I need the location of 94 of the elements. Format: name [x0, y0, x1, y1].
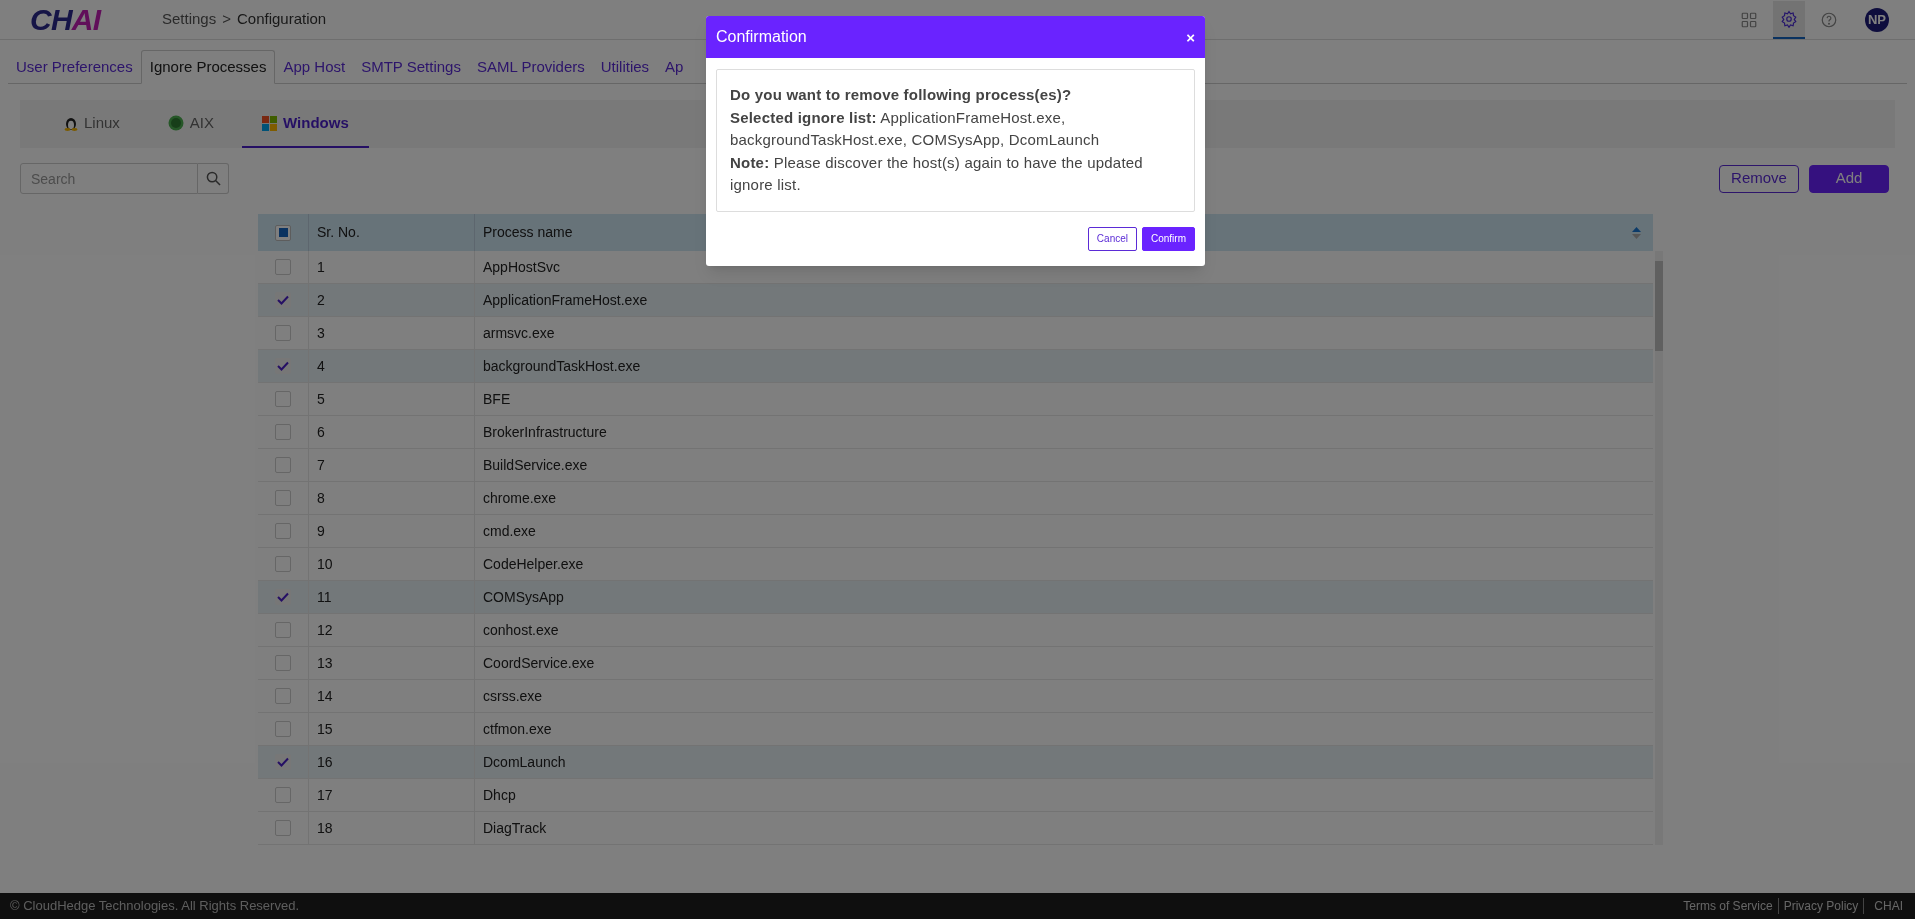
table-cell-text: csrss.exe: [483, 686, 543, 706]
round-badge-icon: [167, 115, 184, 131]
settings-tab[interactable]: Ap: [657, 50, 692, 84]
scrollbar[interactable]: [1655, 251, 1663, 845]
table-cell-text: chrome.exe: [483, 488, 557, 508]
table-cell-text: cmd.exe: [483, 521, 536, 541]
settings-tab[interactable]: SMTP Settings: [353, 50, 469, 84]
table-cell-text: conhost.exe: [483, 620, 559, 640]
row-checkbox[interactable]: [275, 325, 291, 341]
row-checkbox[interactable]: [275, 358, 291, 374]
table-cell-text: 18: [317, 818, 333, 838]
row-checkbox[interactable]: [275, 556, 291, 572]
table-cell-text: CodeHelper.exe: [483, 554, 584, 574]
table-cell-text: 13: [317, 653, 333, 673]
breadcrumb-current: Configuration: [236, 9, 327, 30]
grid-icon[interactable]: [1740, 10, 1758, 29]
table-cell-text: 15: [317, 719, 333, 739]
table-cell-text: 4: [317, 356, 325, 376]
copyright-text: © CloudHedge Technologies. All Rights Reserved.: [10, 897, 299, 916]
table-cell-text: 11: [317, 587, 332, 607]
dialog-text: Selected ignore list: ApplicationFrameHost.exe, backgroundTaskHost.exe, COMSysApp, DcomLaunch: [730, 107, 1101, 150]
table-cell-text: CoordService.exe: [483, 653, 595, 673]
breadcrumb-separator: >: [222, 9, 231, 30]
table-cell-text: 1: [317, 257, 325, 277]
table-cell-text: Dhcp: [483, 785, 516, 805]
column-header: Process name: [483, 223, 573, 242]
settings-tab[interactable]: SAML Providers: [468, 50, 593, 84]
search-icon: [205, 171, 221, 186]
row-checkbox[interactable]: [275, 259, 291, 275]
table-cell-text: 5: [317, 389, 325, 409]
table-cell-text: BFE: [483, 389, 511, 409]
os-tab[interactable]: Linux: [44, 100, 140, 148]
row-checkbox[interactable]: [275, 622, 291, 638]
cancel-button[interactable]: Cancel: [1087, 226, 1137, 251]
help-icon[interactable]: [1820, 10, 1838, 29]
settings-tab[interactable]: Utilities: [592, 50, 658, 84]
footer-link[interactable]: Privacy Policy: [1778, 898, 1865, 914]
row-checkbox[interactable]: [275, 787, 291, 803]
footer-brand: CHAI: [1873, 898, 1904, 915]
logo: CHAI: [30, 2, 103, 38]
table-cell-text: ctfmon.exe: [483, 719, 552, 739]
user-avatar[interactable]: NP: [1865, 7, 1889, 32]
select-all-checkbox[interactable]: [275, 224, 291, 241]
table-cell-text: 16: [317, 752, 333, 772]
table-cell-text: 8: [317, 488, 325, 508]
penguin-icon: [64, 115, 78, 131]
table-cell-text: 14: [317, 686, 333, 706]
row-checkbox[interactable]: [275, 589, 291, 605]
table-cell-text: BuildService.exe: [483, 455, 588, 475]
table-cell-text: ApplicationFrameHost.exe: [483, 290, 648, 310]
table-cell-text: AppHostSvc: [483, 257, 561, 277]
row-checkbox[interactable]: [275, 688, 291, 704]
row-checkbox[interactable]: [275, 721, 291, 737]
row-checkbox[interactable]: [275, 820, 291, 836]
breadcrumb-link[interactable]: Settings: [162, 8, 217, 31]
settings-tab[interactable]: Ignore Processes: [140, 50, 276, 84]
search-button[interactable]: [198, 163, 229, 194]
row-checkbox[interactable]: [275, 292, 291, 308]
close-button[interactable]: ×: [1186, 29, 1195, 45]
settings-tab[interactable]: App Host: [275, 50, 354, 84]
table-cell-text: armsvc.exe: [483, 323, 555, 343]
table-cell-text: COMSysApp: [483, 587, 564, 607]
table-cell-text: 3: [317, 323, 325, 343]
add-button[interactable]: Add: [1809, 164, 1889, 193]
os-tab[interactable]: AIX: [147, 100, 235, 148]
table-cell-text: DiagTrack: [483, 818, 547, 838]
os-tab[interactable]: Windows: [242, 100, 369, 148]
table-cell-text: BrokerInfrastructure: [483, 422, 607, 442]
table-cell-text: 7: [317, 455, 325, 475]
settings-icon[interactable]: [1780, 9, 1798, 28]
table-cell-text: 17: [317, 785, 333, 805]
table-cell-text: 10: [317, 554, 333, 574]
sort-icon[interactable]: [1632, 225, 1641, 240]
row-checkbox[interactable]: [275, 490, 291, 506]
table-cell-text: 6: [317, 422, 325, 442]
confirm-button[interactable]: Confirm: [1142, 226, 1195, 251]
table-cell-text: 9: [317, 521, 325, 541]
row-checkbox[interactable]: [275, 655, 291, 671]
table-cell-text: backgroundTaskHost.exe: [483, 356, 641, 376]
remove-button[interactable]: Remove: [1719, 164, 1799, 193]
table-cell-text: 2: [317, 290, 325, 310]
row-checkbox[interactable]: [275, 391, 291, 407]
dialog-question: Do you want to remove following process(es)?: [730, 85, 1073, 105]
table-cell-text: DcomLaunch: [483, 752, 566, 772]
row-checkbox[interactable]: [275, 457, 291, 473]
table-cell-text: 12: [317, 620, 333, 640]
row-checkbox[interactable]: [275, 754, 291, 770]
windows-icon: [262, 115, 278, 131]
row-checkbox[interactable]: [275, 424, 291, 440]
dialog-title: Confirmation: [716, 27, 807, 47]
row-checkbox[interactable]: [275, 523, 291, 539]
settings-tab[interactable]: User Preferences: [8, 50, 141, 84]
dialog-text: Note: Please discover the host(s) again to have the updated ignore list.: [730, 152, 1144, 195]
footer-link[interactable]: Terms of Service: [1678, 898, 1779, 914]
